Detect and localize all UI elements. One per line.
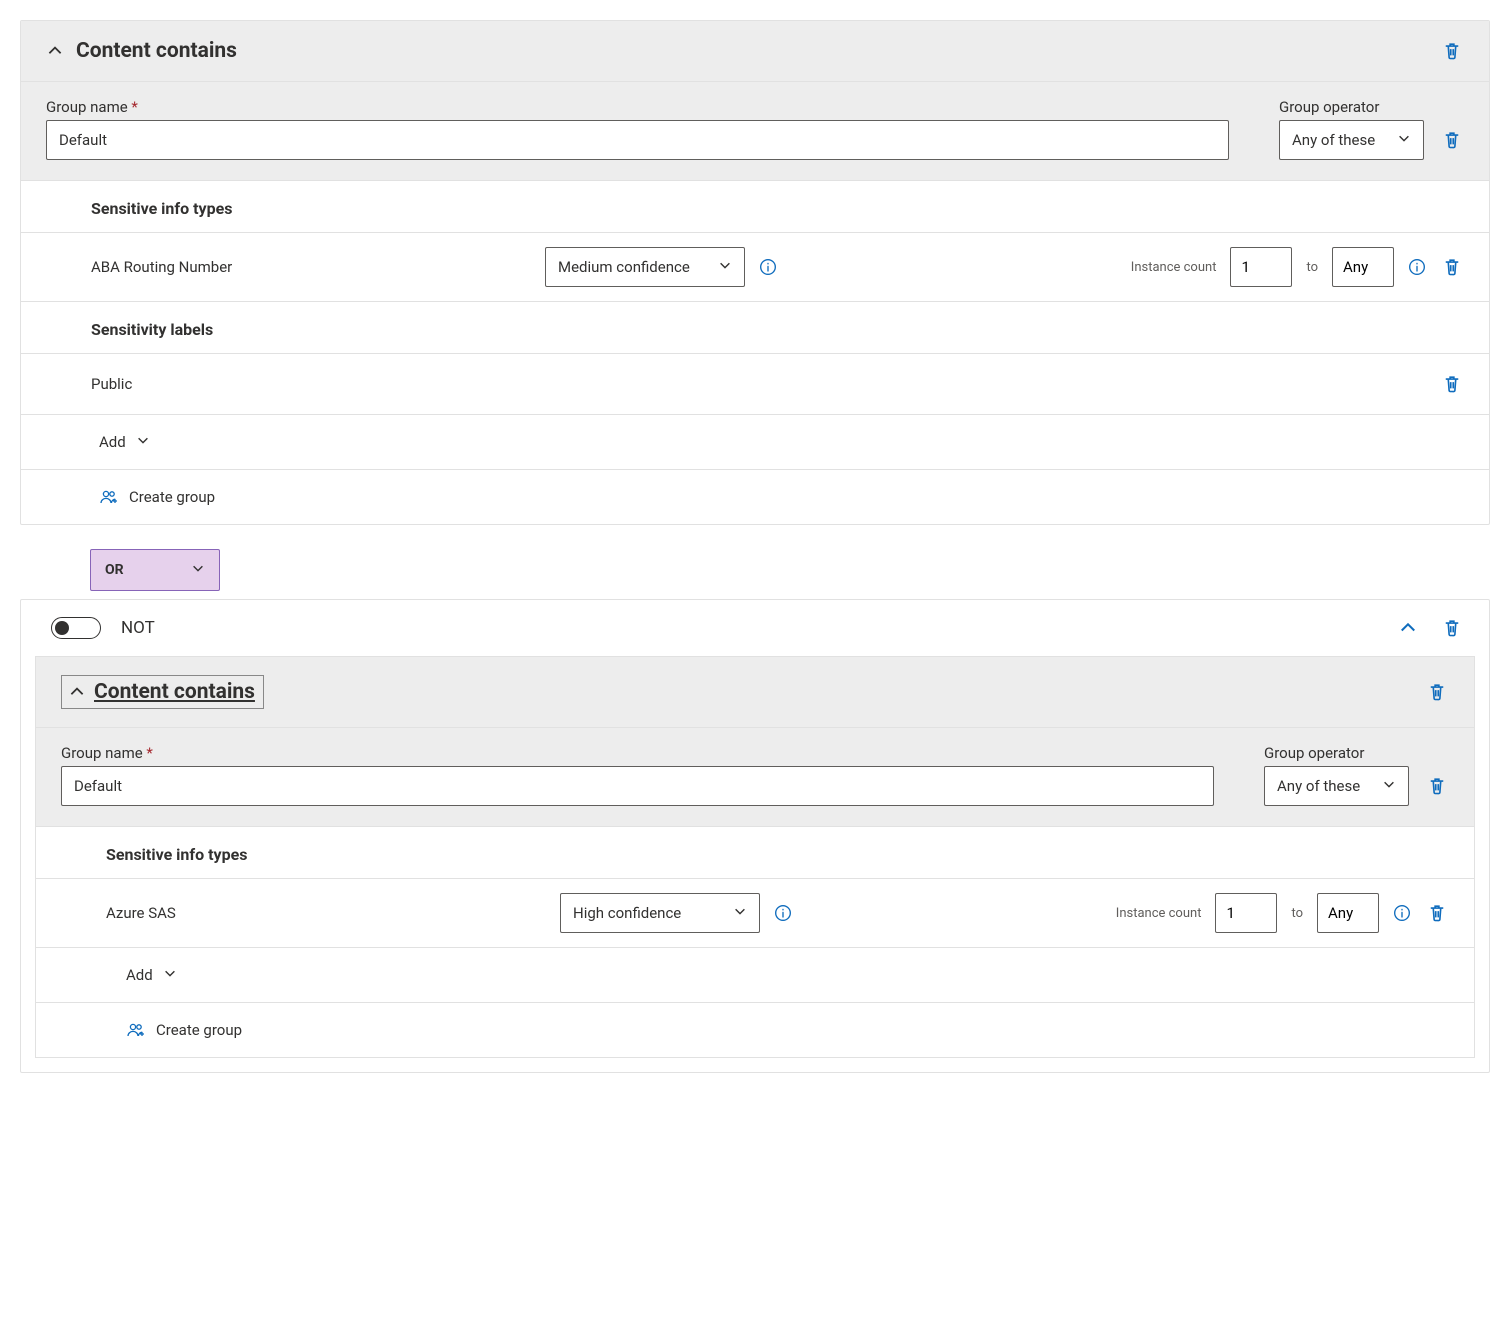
- create-group-label: Create group: [129, 488, 215, 506]
- connector-row: OR: [20, 541, 1490, 599]
- delete-condition-button[interactable]: [1425, 680, 1449, 704]
- sensitivity-label-row: Public: [21, 353, 1489, 415]
- group-operator-label: Group operator: [1279, 98, 1424, 116]
- add-label: Add: [99, 433, 126, 451]
- create-group-label: Create group: [156, 1021, 242, 1039]
- sensitive-info-row: Azure SAS High confidence Instance count…: [36, 879, 1474, 948]
- instance-count-label: Instance count: [1116, 906, 1202, 921]
- info-icon[interactable]: [1393, 904, 1411, 922]
- group-name-row: Group name * Group operator Any of these: [21, 82, 1489, 181]
- sensitivity-label-value: Public: [91, 375, 132, 393]
- instance-count-from[interactable]: [1215, 893, 1277, 933]
- sensitivity-labels-title: Sensitivity labels: [21, 302, 1489, 353]
- add-dropdown[interactable]: Add: [21, 415, 1489, 470]
- confidence-dropdown[interactable]: High confidence: [560, 893, 760, 933]
- delete-condition-button[interactable]: [1440, 39, 1464, 63]
- chevron-down-icon: [718, 258, 732, 276]
- chevron-down-icon: [1382, 777, 1396, 795]
- instance-count-label: Instance count: [1131, 260, 1217, 275]
- group-name-label: Group name *: [61, 744, 1214, 762]
- group-operator-value: Any of these: [1292, 131, 1375, 149]
- group-operator-label: Group operator: [1264, 744, 1409, 762]
- delete-not-button[interactable]: [1440, 616, 1464, 640]
- group-operator-value: Any of these: [1277, 777, 1360, 795]
- not-label: NOT: [121, 618, 155, 638]
- instance-count-to[interactable]: [1332, 247, 1394, 287]
- chevron-down-icon: [163, 966, 177, 984]
- group-icon: [126, 1021, 146, 1039]
- sensitive-info-name: Azure SAS: [106, 904, 546, 922]
- info-icon[interactable]: [1408, 258, 1426, 276]
- card-header: Content contains: [21, 21, 1489, 82]
- chevron-down-icon: [1397, 131, 1411, 149]
- card-title: Content contains: [76, 39, 237, 63]
- chevron-up-icon: [68, 683, 86, 701]
- delete-label-button[interactable]: [1440, 372, 1464, 396]
- group-name-row: Group name * Group operator Any of these: [36, 728, 1474, 827]
- instance-count-from[interactable]: [1230, 247, 1292, 287]
- confidence-value: High confidence: [573, 904, 681, 922]
- delete-info-button[interactable]: [1440, 255, 1464, 279]
- to-label: to: [1306, 260, 1318, 275]
- chevron-down-icon: [733, 904, 747, 922]
- toggle-knob: [55, 621, 69, 635]
- sensitive-info-name: ABA Routing Number: [91, 258, 531, 276]
- collapse-button[interactable]: [1392, 617, 1424, 639]
- card-header: Content contains: [36, 657, 1474, 728]
- not-toggle[interactable]: [51, 617, 101, 639]
- add-dropdown[interactable]: Add: [36, 948, 1474, 1003]
- confidence-value: Medium confidence: [558, 258, 690, 276]
- sensitive-info-row: ABA Routing Number Medium confidence Ins…: [21, 233, 1489, 302]
- create-group-button[interactable]: Create group: [36, 1003, 1474, 1057]
- chevron-down-icon: [191, 561, 205, 579]
- group-operator-dropdown[interactable]: Any of these: [1279, 120, 1424, 160]
- to-label: to: [1291, 906, 1303, 921]
- not-card-header: NOT: [21, 600, 1489, 656]
- delete-group-button[interactable]: [1440, 128, 1464, 152]
- group-icon: [99, 488, 119, 506]
- info-icon[interactable]: [774, 904, 792, 922]
- connector-value: OR: [105, 562, 124, 578]
- sensitive-info-title: Sensitive info types: [21, 181, 1489, 233]
- group-name-input[interactable]: [46, 120, 1229, 160]
- add-label: Add: [126, 966, 153, 984]
- card-title: Content contains: [94, 680, 255, 704]
- card-title-framed[interactable]: Content contains: [61, 675, 264, 709]
- delete-info-button[interactable]: [1425, 901, 1449, 925]
- group-operator-dropdown[interactable]: Any of these: [1264, 766, 1409, 806]
- connector-dropdown[interactable]: OR: [90, 549, 220, 591]
- instance-count-to[interactable]: [1317, 893, 1379, 933]
- group-name-label: Group name *: [46, 98, 1229, 116]
- condition-card-2: Content contains Group name * Group oper…: [35, 656, 1475, 1058]
- required-asterisk: *: [131, 98, 137, 116]
- info-icon[interactable]: [759, 258, 777, 276]
- chevron-down-icon: [136, 433, 150, 451]
- delete-group-button[interactable]: [1425, 774, 1449, 798]
- create-group-button[interactable]: Create group: [21, 470, 1489, 524]
- condition-card-1: Content contains Group name * Group oper…: [20, 20, 1490, 525]
- required-asterisk: *: [146, 744, 152, 762]
- chevron-up-icon[interactable]: [46, 42, 64, 60]
- group-name-input[interactable]: [61, 766, 1214, 806]
- sensitive-info-title: Sensitive info types: [36, 827, 1474, 879]
- confidence-dropdown[interactable]: Medium confidence: [545, 247, 745, 287]
- not-card: NOT Content contains: [20, 599, 1490, 1073]
